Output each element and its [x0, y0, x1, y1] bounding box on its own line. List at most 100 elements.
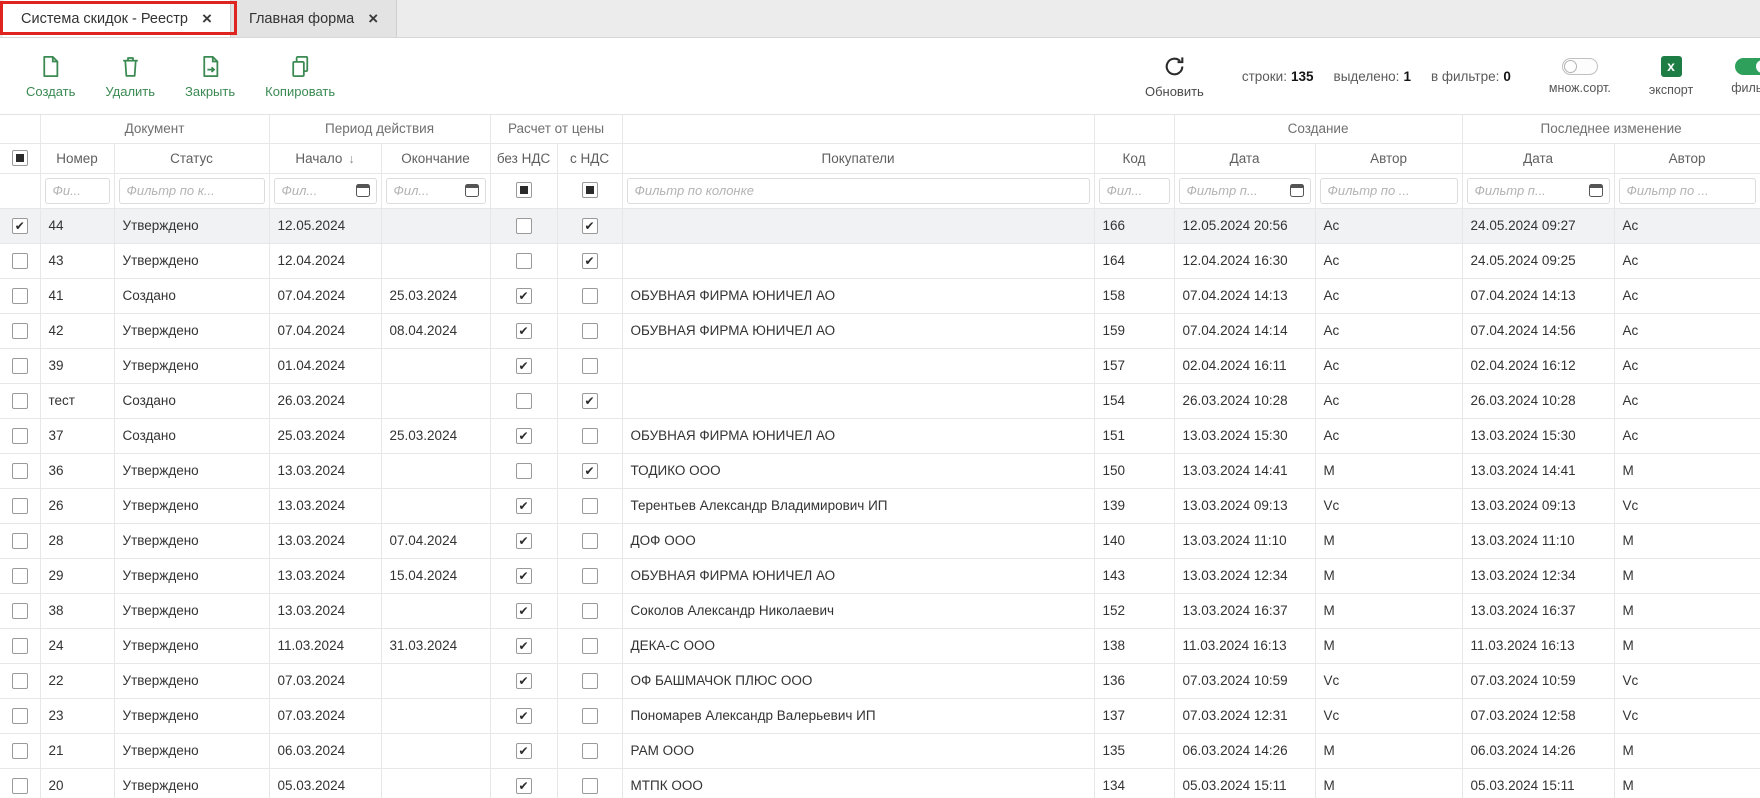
novat-checkbox[interactable] — [516, 743, 532, 759]
column-header-number[interactable]: Номер — [40, 143, 114, 173]
table-row[interactable]: 26Утверждено13.03.2024Терентьев Александ… — [0, 488, 1760, 523]
novat-checkbox[interactable] — [516, 288, 532, 304]
row-select-checkbox[interactable] — [12, 393, 28, 409]
table-row[interactable]: 44Утверждено12.05.202416612.05.2024 20:5… — [0, 208, 1760, 243]
novat-checkbox[interactable] — [516, 638, 532, 654]
vat-checkbox[interactable] — [582, 323, 598, 339]
filter-checkbox-vat[interactable] — [582, 182, 598, 198]
row-select-checkbox[interactable] — [12, 533, 28, 549]
vat-checkbox[interactable] — [582, 778, 598, 794]
calendar-icon[interactable] — [1589, 184, 1603, 197]
delete-button[interactable]: Удалить — [105, 53, 155, 99]
multisort-control[interactable]: множ.сорт. — [1549, 58, 1611, 95]
row-select-checkbox[interactable] — [12, 673, 28, 689]
novat-checkbox[interactable] — [516, 673, 532, 689]
calendar-icon[interactable] — [1290, 184, 1304, 197]
vat-checkbox[interactable] — [582, 498, 598, 514]
vat-checkbox[interactable] — [582, 218, 598, 234]
filter-checkbox-novat[interactable] — [516, 182, 532, 198]
vat-checkbox[interactable] — [582, 568, 598, 584]
column-header-status[interactable]: Статус — [114, 143, 269, 173]
row-select-checkbox[interactable] — [12, 708, 28, 724]
filter-input-buyers[interactable] — [635, 183, 1083, 198]
row-select-checkbox[interactable] — [12, 743, 28, 759]
vat-checkbox[interactable] — [582, 393, 598, 409]
filter-control[interactable]: фильтр — [1731, 58, 1760, 95]
vat-checkbox[interactable] — [582, 743, 598, 759]
row-select-checkbox[interactable] — [12, 778, 28, 794]
novat-checkbox[interactable] — [516, 323, 532, 339]
row-select-checkbox[interactable] — [12, 218, 28, 234]
vat-checkbox[interactable] — [582, 288, 598, 304]
export-button[interactable]: x экспорт — [1649, 56, 1693, 97]
table-row[interactable]: 38Утверждено13.03.2024Соколов Александр … — [0, 593, 1760, 628]
column-header-end[interactable]: Окончание — [381, 143, 490, 173]
filter-input-code[interactable] — [1107, 183, 1163, 198]
filter-input-created_author[interactable] — [1328, 183, 1451, 198]
filter-input-modified_date[interactable] — [1475, 183, 1584, 198]
table-row[interactable]: 41Создано07.04.202425.03.2024ОБУВНАЯ ФИР… — [0, 278, 1760, 313]
vat-checkbox[interactable] — [582, 428, 598, 444]
table-row[interactable]: 42Утверждено07.04.202408.04.2024ОБУВНАЯ … — [0, 313, 1760, 348]
tab-close-icon[interactable]: × — [368, 10, 378, 27]
row-select-checkbox[interactable] — [12, 638, 28, 654]
column-header-created_date[interactable]: Дата — [1174, 143, 1315, 173]
filter-input-modified_author[interactable] — [1627, 183, 1749, 198]
table-row[interactable]: 24Утверждено11.03.202431.03.2024ДЕКА-С О… — [0, 628, 1760, 663]
table-row[interactable]: 28Утверждено13.03.202407.04.2024ДОФ ООО1… — [0, 523, 1760, 558]
novat-checkbox[interactable] — [516, 218, 532, 234]
column-header-modified_date[interactable]: Дата — [1462, 143, 1614, 173]
vat-checkbox[interactable] — [582, 533, 598, 549]
novat-checkbox[interactable] — [516, 253, 532, 269]
calendar-icon[interactable] — [356, 184, 370, 197]
create-button[interactable]: Создать — [26, 53, 75, 99]
close-button[interactable]: Закрыть — [185, 53, 235, 99]
vat-checkbox[interactable] — [582, 673, 598, 689]
vat-checkbox[interactable] — [582, 463, 598, 479]
vat-checkbox[interactable] — [582, 358, 598, 374]
row-select-checkbox[interactable] — [12, 498, 28, 514]
table-row[interactable]: 21Утверждено06.03.2024РАМ ООО13506.03.20… — [0, 733, 1760, 768]
novat-checkbox[interactable] — [516, 463, 532, 479]
column-header-select[interactable] — [0, 143, 40, 173]
row-select-checkbox[interactable] — [12, 288, 28, 304]
table-row[interactable]: 39Утверждено01.04.202415702.04.2024 16:1… — [0, 348, 1760, 383]
filter-toggle[interactable] — [1735, 58, 1760, 75]
row-select-checkbox[interactable] — [12, 428, 28, 444]
column-header-novat[interactable]: без НДС — [490, 143, 557, 173]
table-row[interactable]: 43Утверждено12.04.202416412.04.2024 16:3… — [0, 243, 1760, 278]
filter-input-end[interactable] — [394, 183, 460, 198]
table-row[interactable]: 36Утверждено13.03.2024ТОДИКО ООО15013.03… — [0, 453, 1760, 488]
row-select-checkbox[interactable] — [12, 568, 28, 584]
novat-checkbox[interactable] — [516, 708, 532, 724]
novat-checkbox[interactable] — [516, 393, 532, 409]
copy-button[interactable]: Копировать — [265, 53, 335, 99]
filter-input-created_date[interactable] — [1187, 183, 1285, 198]
novat-checkbox[interactable] — [516, 568, 532, 584]
table-row[interactable]: 29Утверждено13.03.202415.04.2024ОБУВНАЯ … — [0, 558, 1760, 593]
select-all-checkbox[interactable] — [12, 150, 28, 166]
novat-checkbox[interactable] — [516, 428, 532, 444]
novat-checkbox[interactable] — [516, 603, 532, 619]
column-header-created_author[interactable]: Автор — [1315, 143, 1462, 173]
novat-checkbox[interactable] — [516, 778, 532, 794]
novat-checkbox[interactable] — [516, 533, 532, 549]
tab-discount-system-registry[interactable]: Система скидок - Реестр × — [3, 0, 231, 37]
vat-checkbox[interactable] — [582, 603, 598, 619]
vat-checkbox[interactable] — [582, 708, 598, 724]
tab-close-icon[interactable]: × — [202, 10, 212, 27]
filter-input-status[interactable] — [127, 183, 258, 198]
refresh-button[interactable]: Обновить — [1145, 53, 1204, 99]
row-select-checkbox[interactable] — [12, 253, 28, 269]
novat-checkbox[interactable] — [516, 358, 532, 374]
row-select-checkbox[interactable] — [12, 323, 28, 339]
row-select-checkbox[interactable] — [12, 603, 28, 619]
column-header-code[interactable]: Код — [1094, 143, 1174, 173]
column-header-vat[interactable]: с НДС — [557, 143, 622, 173]
table-row[interactable]: 20Утверждено05.03.2024МТПК ООО13405.03.2… — [0, 768, 1760, 798]
vat-checkbox[interactable] — [582, 253, 598, 269]
filter-input-start[interactable] — [282, 183, 351, 198]
table-row[interactable]: 23Утверждено07.03.2024Пономарев Александ… — [0, 698, 1760, 733]
tab-main-form[interactable]: Главная форма × — [231, 0, 397, 37]
column-header-start[interactable]: Начало↓ — [269, 143, 381, 173]
